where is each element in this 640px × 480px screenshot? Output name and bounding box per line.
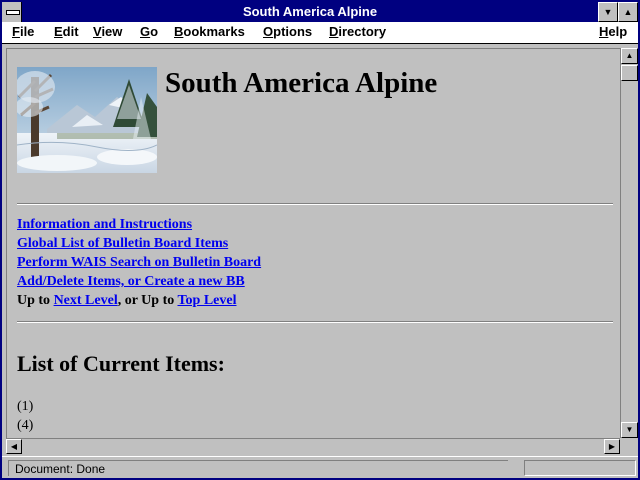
wais-search-link[interactable]: Perform WAIS Search on Bulletin Board	[17, 255, 261, 270]
menu-go-mnemonic: G	[140, 24, 151, 39]
horizontal-rule	[17, 321, 613, 323]
alpine-photo-image	[17, 67, 157, 173]
scroll-up-button[interactable]: ▲	[621, 48, 638, 64]
link-line-global: Global List of Bulletin Board Items	[17, 236, 228, 252]
menu-options[interactable]: Options	[263, 24, 312, 39]
global-list-link[interactable]: Global List of Bulletin Board Items	[17, 236, 228, 251]
menu-bookmarks-label: ookmarks	[183, 24, 245, 39]
title-bar[interactable]: South America Alpine ▼ ▲	[2, 2, 638, 22]
add-delete-link[interactable]: Add/Delete Items, or Create a new BB	[17, 274, 245, 289]
horizontal-scrollbar[interactable]: ◀ ▶	[6, 438, 620, 454]
menu-edit-label: dit	[62, 24, 79, 39]
status-bar: Document: Done	[2, 456, 638, 478]
menu-directory[interactable]: Directory	[329, 24, 386, 39]
scroll-down-button[interactable]: ▼	[621, 422, 638, 438]
menu-bar: File Edit View Go Bookmarks Options Dire…	[2, 22, 638, 44]
horizontal-rule	[17, 203, 613, 205]
menu-directory-mnemonic: D	[329, 24, 339, 39]
alpine-winter-photo	[17, 67, 157, 173]
minimize-button[interactable]: ▼	[598, 2, 618, 22]
nav-line: Up to Next Level, or Up to Top Level	[17, 293, 237, 309]
up-to-label: Up to	[17, 293, 51, 308]
menu-bookmarks-mnemonic: B	[174, 24, 184, 39]
page-title: South America Alpine	[165, 67, 438, 99]
progress-indicator	[524, 460, 636, 476]
link-line-add-delete: Add/Delete Items, or Create a new BB	[17, 274, 245, 290]
browser-window: South America Alpine ▼ ▲ File Edit View …	[0, 0, 640, 480]
menu-directory-label: irectory	[338, 24, 387, 39]
menu-options-label: ptions	[273, 24, 313, 39]
vertical-scroll-thumb[interactable]	[621, 65, 638, 81]
menu-file[interactable]: File	[12, 24, 34, 39]
menu-options-mnemonic: O	[263, 24, 274, 39]
list-item: (1)	[17, 399, 34, 414]
scroll-left-button[interactable]: ◀	[6, 439, 22, 454]
menu-help-mnemonic: H	[599, 24, 609, 39]
menu-go-label: o	[150, 24, 159, 39]
top-level-link[interactable]: Top Level	[178, 293, 237, 308]
scrollbar-corner	[620, 438, 638, 454]
list-item: (4)	[17, 418, 34, 433]
menu-file-mnemonic: F	[12, 24, 20, 39]
menu-help-label: elp	[608, 24, 628, 39]
menu-edit[interactable]: Edit	[54, 24, 79, 39]
list-heading: List of Current Items:	[17, 351, 225, 376]
menu-view[interactable]: View	[93, 24, 122, 39]
link-line-wais: Perform WAIS Search on Bulletin Board	[17, 255, 261, 271]
window-title: South America Alpine	[242, 4, 378, 19]
status-text: Document: Done	[8, 460, 508, 476]
link-line-info: Information and Instructions	[17, 217, 192, 233]
next-level-link[interactable]: Next Level	[54, 293, 118, 308]
menu-edit-mnemonic: E	[54, 24, 63, 39]
vertical-scrollbar[interactable]: ▲ ▼	[620, 48, 638, 438]
maximize-button[interactable]: ▲	[618, 2, 638, 22]
menu-help[interactable]: Help	[599, 24, 627, 39]
system-menu-icon[interactable]	[2, 2, 22, 22]
document-view[interactable]: South America Alpine Information and Ins…	[6, 48, 620, 438]
info-instructions-link[interactable]: Information and Instructions	[17, 217, 192, 232]
menu-view-label: iew	[101, 24, 123, 39]
or-up-to-label: , or Up to	[117, 293, 175, 308]
menu-bookmarks[interactable]: Bookmarks	[174, 24, 245, 39]
menu-go[interactable]: Go	[140, 24, 158, 39]
menu-file-label: ile	[19, 24, 35, 39]
scroll-right-button[interactable]: ▶	[604, 439, 620, 454]
